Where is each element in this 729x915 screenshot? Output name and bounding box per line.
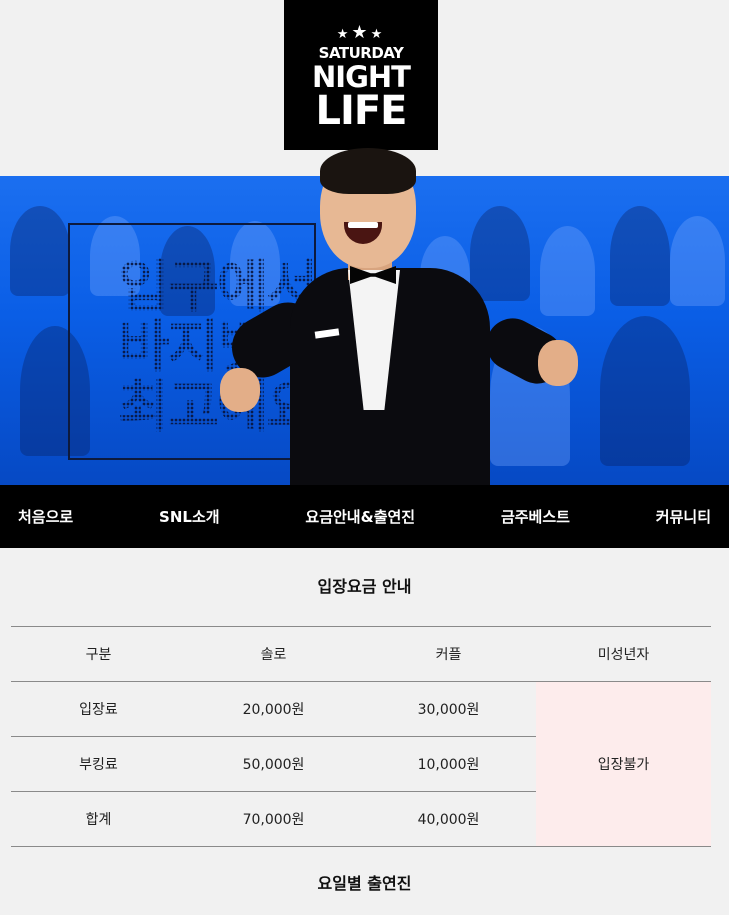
lineup-title: 요일별 출연진 xyxy=(317,874,412,893)
snl-logo[interactable]: ★★★ SATURDAY NIGHT LIFE xyxy=(284,0,438,150)
row-label: 입장료 xyxy=(11,681,186,737)
row-label: 부킹료 xyxy=(11,736,186,792)
couple-price: 10,000원 xyxy=(361,736,536,792)
nav-home[interactable]: 처음으로 xyxy=(18,506,73,527)
main-nav: 처음으로 SNL소개 요금안내&출연진 금주베스트 커뮤니티 xyxy=(0,485,729,548)
couple-price: 30,000원 xyxy=(361,681,536,737)
nav-about-snl[interactable]: SNL소개 xyxy=(159,506,220,527)
couple-price: 40,000원 xyxy=(361,791,536,847)
solo-price: 50,000원 xyxy=(186,736,361,792)
fee-table: 구분 솔로 커플 미성년자 입장료 20,000원 30,000원 입장불가 부… xyxy=(11,626,711,847)
minor-not-allowed: 입장불가 xyxy=(536,681,711,847)
solo-price: 20,000원 xyxy=(186,681,361,737)
fees-title: 입장요금 안내 xyxy=(317,577,412,596)
table-header-row: 구분 솔로 커플 미성년자 xyxy=(11,626,711,682)
stars-icon: ★★★ xyxy=(336,22,386,43)
header-minor: 미성년자 xyxy=(536,626,711,682)
nav-community[interactable]: 커뮤니티 xyxy=(656,506,711,527)
host-photo xyxy=(220,148,580,485)
logo-line-3: LIFE xyxy=(315,88,407,134)
table-row: 입장료 20,000원 30,000원 입장불가 xyxy=(11,681,711,847)
nav-fees-cast[interactable]: 요금안내&출연진 xyxy=(305,506,415,527)
nav-weekly-best[interactable]: 금주베스트 xyxy=(501,506,570,527)
row-label: 합계 xyxy=(11,791,186,847)
header-category: 구분 xyxy=(11,626,186,682)
header-solo: 솔로 xyxy=(186,626,361,682)
header-couple: 커플 xyxy=(361,626,536,682)
solo-price: 70,000원 xyxy=(186,791,361,847)
